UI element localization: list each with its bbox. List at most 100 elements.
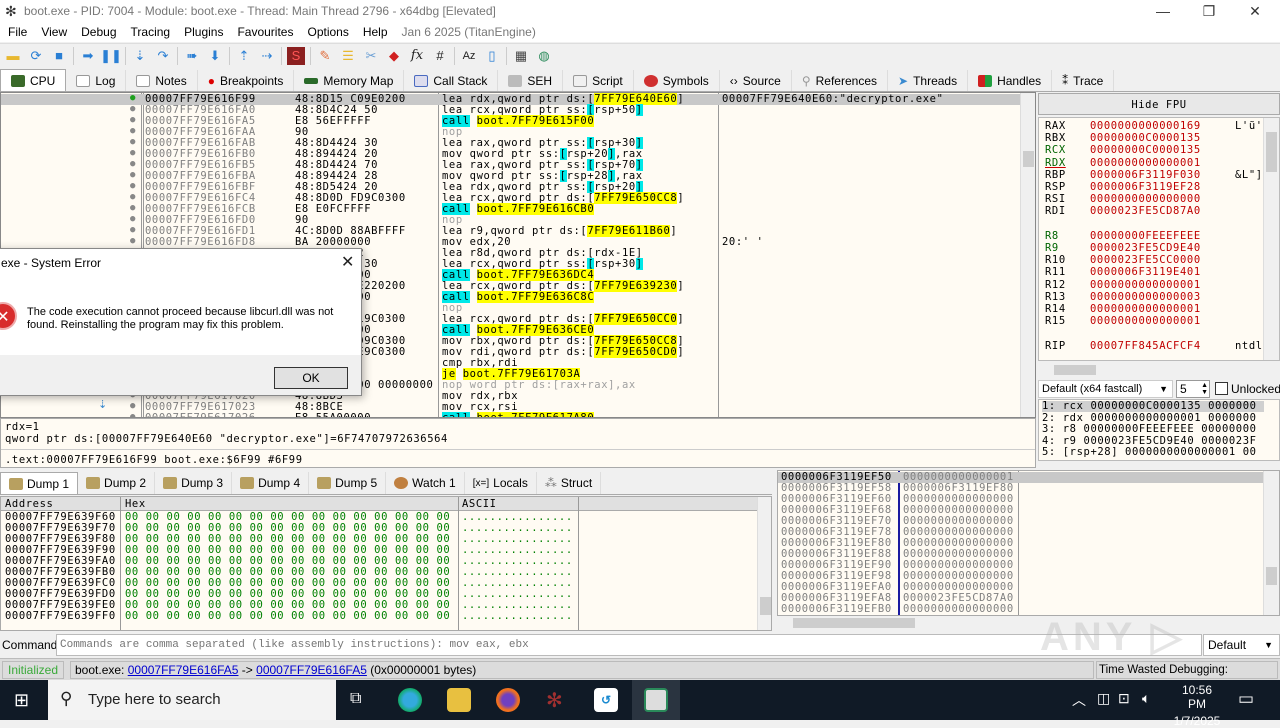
register-row[interactable]: R10 0000023FE5CC0000: [1045, 255, 1265, 266]
register-row[interactable]: R15 0000000000000001: [1045, 316, 1265, 327]
register-row[interactable]: RBP 0000006F3119F030 &L"]: [1045, 169, 1265, 181]
breakpoint-dot-icon[interactable]: ●: [130, 192, 136, 203]
calculator-icon[interactable]: ▦: [512, 47, 530, 65]
breakpoint-dot-icon[interactable]: ●: [130, 203, 136, 214]
tab-dump-3[interactable]: Dump 3: [155, 472, 233, 494]
tab-locals[interactable]: [x=] Locals: [465, 472, 537, 494]
scylla-icon[interactable]: S: [287, 46, 305, 65]
register-value[interactable]: 0000000000000001: [1090, 316, 1201, 327]
menu-options[interactable]: Options: [307, 25, 356, 39]
variables-icon[interactable]: #: [431, 47, 449, 65]
anyrun-app-icon[interactable]: ↺: [594, 688, 618, 712]
tab-cpu[interactable]: CPU: [0, 69, 67, 91]
stack-scrollbar[interactable]: [1263, 471, 1279, 615]
hide-fpu-button[interactable]: Hide FPU: [1038, 93, 1280, 115]
tab-handles[interactable]: Handles: [968, 70, 1053, 91]
register-row[interactable]: R8 00000000FEEEFEEE: [1045, 230, 1265, 242]
tab-log[interactable]: Log: [66, 70, 127, 91]
register-row[interactable]: R14 0000000000000001: [1045, 304, 1265, 315]
breakpoint-dot-icon[interactable]: ●: [130, 126, 136, 137]
network-icon[interactable]: ⊡: [1118, 690, 1130, 707]
register-row[interactable]: RIP 00007FF845ACFCF4 ntdl: [1045, 340, 1265, 352]
dump-view[interactable]: Address Hex ASCII 00007FF79E639F60 00 00 …: [0, 496, 772, 631]
register-value[interactable]: 0000006F3119F030: [1090, 169, 1201, 181]
tab-dump-5[interactable]: Dump 5: [309, 472, 387, 494]
argument-row[interactable]: 5: [rsp+28] 0000000000000001 00: [1042, 447, 1264, 458]
register-value[interactable]: 00000000C0000135: [1090, 145, 1201, 156]
tab-seh[interactable]: SEH: [498, 70, 564, 91]
tab-watch-1[interactable]: Watch 1: [386, 472, 465, 494]
restart-icon[interactable]: ⟳: [27, 47, 45, 65]
taskbar-search[interactable]: ⚲ Type here to search: [48, 680, 336, 720]
unlocked-checkbox[interactable]: [1215, 382, 1228, 395]
register-value[interactable]: 00007FF845ACFCF4: [1090, 340, 1201, 352]
pause-icon[interactable]: ❚❚: [100, 47, 122, 65]
tab-dump-4[interactable]: Dump 4: [232, 472, 310, 494]
breakpoint-dot-icon[interactable]: ●: [130, 236, 136, 247]
run-icon[interactable]: ➡: [79, 47, 97, 65]
tab-breakpoints[interactable]: ● Breakpoints: [197, 70, 295, 91]
stop-icon[interactable]: ■: [50, 47, 68, 65]
argument-row[interactable]: 3: r8 00000000FEEEFEEE 00000000: [1042, 424, 1264, 435]
comments-icon[interactable]: ☰: [339, 47, 357, 65]
register-row[interactable]: R9 0000023FE5CD9E40: [1045, 243, 1265, 254]
register-row[interactable]: [1045, 219, 1265, 230]
breakpoint-dot-icon[interactable]: ●: [130, 170, 136, 181]
breakpoint-dot-icon[interactable]: ●: [130, 159, 136, 170]
clock[interactable]: 10:56 PM 1/7/2025: [1172, 683, 1222, 728]
register-row[interactable]: R12 0000000000000001: [1045, 279, 1265, 291]
ok-button[interactable]: OK: [274, 367, 348, 389]
tab-source[interactable]: ‹› Source: [719, 70, 792, 91]
breakpoint-dot-icon[interactable]: ●: [130, 148, 136, 159]
register-row[interactable]: [1045, 328, 1265, 339]
register-row[interactable]: RCX 00000000C0000135: [1045, 145, 1265, 156]
edge-icon[interactable]: [398, 688, 422, 712]
breakpoint-dot-icon[interactable]: ●: [130, 104, 136, 115]
menu-view[interactable]: View: [41, 25, 75, 39]
tab-references[interactable]: ⚲ References: [791, 70, 888, 91]
dump-row[interactable]: 00007FF79E639FF0 00 00 00 00 00 00 00 00 …: [1, 611, 757, 622]
dump-scrollbar[interactable]: [757, 497, 771, 630]
register-value[interactable]: 0000000000000001: [1090, 279, 1201, 291]
active-window-button[interactable]: [632, 680, 680, 720]
breakpoint-dot-icon[interactable]: ●: [130, 214, 136, 225]
tab-notes[interactable]: Notes: [126, 70, 198, 91]
argument-row[interactable]: 1: rcx 00000000C0000135 0000000: [1042, 401, 1264, 412]
breakpoint-dot-icon[interactable]: ●: [130, 401, 136, 412]
tray-chevron-up-icon[interactable]: ︿: [1072, 690, 1086, 710]
tab-struct[interactable]: ⁂ Struct: [537, 472, 602, 494]
notifications-icon[interactable]: ▭: [1238, 689, 1254, 709]
open-icon[interactable]: ▬: [4, 47, 22, 65]
trace-into-icon[interactable]: ➠: [183, 47, 201, 65]
meet-now-icon[interactable]: ◫: [1097, 690, 1110, 707]
restore-button[interactable]: ❐: [1186, 0, 1232, 22]
close-button[interactable]: ✕: [1232, 0, 1278, 22]
volume-icon[interactable]: 🔈︎: [1142, 690, 1150, 707]
register-value[interactable]: 0000006F3119EF28: [1090, 182, 1201, 193]
file-explorer-icon[interactable]: [447, 688, 471, 712]
register-row[interactable]: RDI 0000023FE5CD87A0: [1045, 206, 1265, 217]
breakpoint-dot-icon[interactable]: ●: [130, 93, 136, 104]
breakpoint-dot-icon[interactable]: ●: [130, 225, 136, 236]
breakpoint-dot-icon[interactable]: ●: [130, 137, 136, 148]
x64dbg-icon[interactable]: ✻: [546, 688, 563, 713]
registers-hscrollbar[interactable]: [1038, 362, 1280, 378]
tab-memory-map[interactable]: Memory Map: [294, 70, 405, 91]
register-value[interactable]: 0000023FE5CD87A0: [1090, 206, 1201, 217]
register-value[interactable]: 0000006F3119E401: [1090, 267, 1201, 278]
register-value[interactable]: 0000000000000003: [1090, 291, 1201, 303]
register-value[interactable]: 0000000000000000: [1090, 194, 1201, 205]
stack-view[interactable]: 0000006F3119EF50 0000000000000001 0000006F…: [777, 470, 1280, 616]
status-to-link[interactable]: 00007FF79E616FA5: [256, 663, 367, 677]
register-row[interactable]: RAX 0000000000000169 L'ũ': [1045, 121, 1265, 132]
breakpoint-dot-icon[interactable]: ●: [130, 115, 136, 126]
globe-icon[interactable]: ◍: [535, 47, 553, 65]
argument-row[interactable]: 2: rdx 0000000000000001 0000000: [1042, 412, 1264, 424]
register-row[interactable]: R13 0000000000000003: [1045, 291, 1265, 303]
bookmarks-icon[interactable]: ◆: [385, 47, 403, 65]
register-value[interactable]: 00000000C0000135: [1090, 133, 1201, 144]
firefox-icon[interactable]: [496, 688, 520, 712]
tab-trace[interactable]: ⁑ Trace: [1052, 70, 1115, 91]
tab-dump-1[interactable]: Dump 1: [0, 472, 79, 494]
menu-favourites[interactable]: Favourites: [237, 25, 301, 39]
